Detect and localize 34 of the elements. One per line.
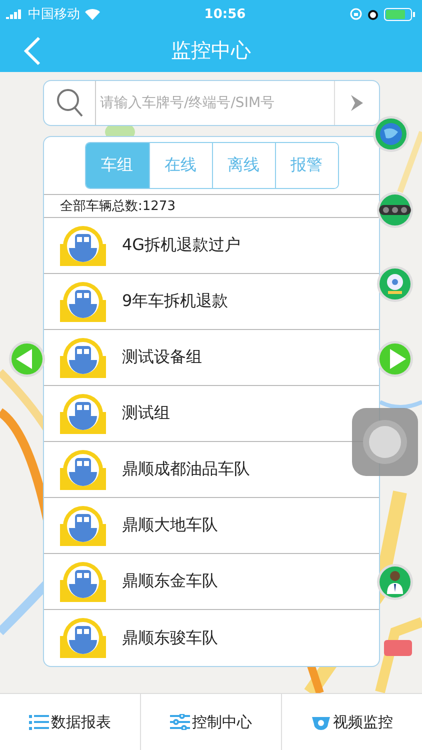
- search-bar[interactable]: 请输入车牌号/终端号/SIM号: [43, 80, 380, 126]
- camera-icon: [311, 714, 331, 730]
- bus-group-icon: [60, 394, 106, 434]
- group-name[interactable]: 鼎顺成都油品车队: [122, 459, 250, 480]
- bus-group-icon: [60, 562, 106, 602]
- chevron-right-icon: [349, 94, 365, 112]
- carrier-name: 中国移动: [28, 6, 80, 23]
- total-vehicles-count: 全部车辆总数:1273: [44, 194, 379, 218]
- page-title: 监控中心: [171, 36, 251, 64]
- search-field[interactable]: 请输入车牌号/终端号/SIM号: [95, 81, 335, 125]
- clock-time: 10:56: [204, 6, 246, 22]
- rotation-lock-icon: [350, 8, 362, 20]
- group-name[interactable]: 鼎顺东骏车队: [122, 628, 218, 648]
- group-name[interactable]: 4G拆机退款过户: [122, 235, 241, 256]
- list-icon: [29, 714, 49, 730]
- bus-group-icon: [60, 282, 106, 322]
- group-name[interactable]: 测试设备组: [122, 347, 202, 368]
- signal-icon: [6, 9, 23, 19]
- back-icon[interactable]: [22, 36, 42, 66]
- group-name[interactable]: 测试组: [122, 403, 170, 424]
- search-icon: [56, 88, 84, 118]
- bus-group-icon: [60, 226, 106, 266]
- bus-group-icon: [60, 338, 106, 378]
- sliders-icon: [170, 714, 190, 730]
- bus-group-icon: [60, 618, 106, 658]
- assistive-touch-button[interactable]: [352, 408, 418, 476]
- bus-group-icon: [60, 506, 106, 546]
- alarm-icon: [366, 8, 379, 20]
- group-name[interactable]: 鼎顺东金车队: [122, 571, 218, 592]
- bus-group-icon: [60, 450, 106, 490]
- battery-icon: [384, 8, 416, 20]
- wifi-icon: [85, 8, 100, 20]
- group-name[interactable]: 9年车拆机退款: [122, 291, 228, 312]
- group-name[interactable]: 鼎顺大地车队: [122, 515, 218, 536]
